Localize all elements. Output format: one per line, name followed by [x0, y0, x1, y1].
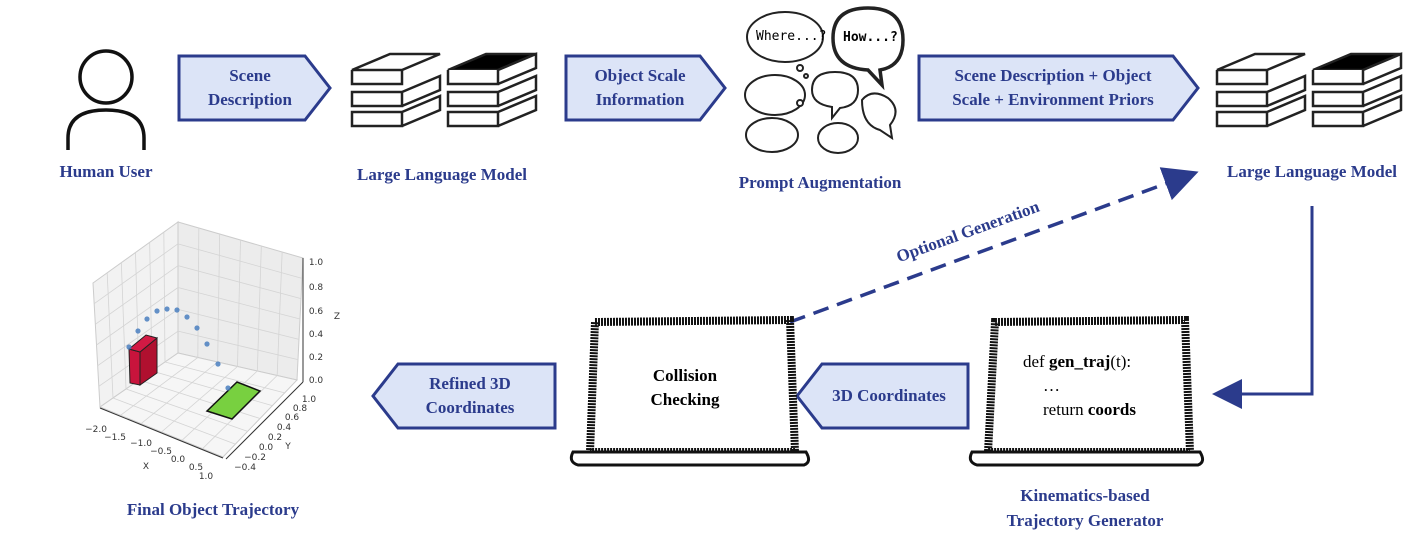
book-stack-icon	[1215, 52, 1307, 128]
collision-checking-text: Collision Checking	[640, 364, 730, 412]
y-tick: 0.0	[258, 443, 274, 453]
trajectory-point	[204, 341, 210, 347]
code-line: …	[1043, 376, 1060, 395]
llm-label: Large Language Model	[357, 165, 527, 184]
how-bubble-text: How...?	[843, 30, 898, 45]
scene-description-arrow-label: Scene Description	[185, 56, 315, 120]
z-tick: 0.0	[308, 376, 324, 386]
llm-to-generator-arrow	[1212, 206, 1314, 409]
z-axis-label: Z	[333, 312, 341, 322]
code-text: coords	[1087, 400, 1137, 419]
code-text: (t):	[1110, 352, 1132, 371]
y-tick: −0.4	[234, 463, 256, 473]
code-text: gen_traj	[1048, 352, 1111, 371]
trajectory-3d-plot	[92, 221, 304, 460]
x-tick: 0.0	[170, 455, 186, 465]
y-tick: 0.2	[267, 433, 283, 443]
arrow-text: Scene Description	[207, 66, 293, 109]
screen-line: Checking	[650, 390, 720, 409]
y-tick: −0.2	[244, 453, 266, 463]
where-bubble-text: Where...?	[756, 29, 827, 44]
trajectory-point	[144, 316, 150, 322]
z-tick: 0.8	[308, 283, 324, 293]
combined-arrow-label: Scene Description + Object Scale + Envir…	[922, 56, 1184, 120]
arrow-text: Refined 3D	[429, 374, 511, 393]
trajectory-point	[164, 306, 170, 312]
final-trajectory-label: Final Object Trajectory	[126, 500, 300, 519]
trajectory-point	[174, 307, 180, 313]
code-line: return coords	[1023, 398, 1136, 422]
trajectory-point	[135, 328, 141, 334]
llm-label: Large Language Model	[1227, 162, 1397, 181]
trajectory-point	[194, 325, 200, 331]
book-stack-icon	[350, 52, 442, 128]
human-user-label: Human User	[59, 162, 153, 181]
arrow-text: Scale + Environment Priors	[952, 90, 1154, 109]
optional-generation-arrow	[789, 167, 1199, 324]
object-scale-arrow-label: Object Scale Information	[570, 56, 710, 120]
code-text: def	[1023, 352, 1049, 371]
x-tick: −1.5	[104, 433, 126, 443]
arrow-text: Object Scale Information	[594, 66, 686, 109]
generator-label-line2: Trajectory Generator	[1006, 511, 1164, 530]
generator-label-line1: Kinematics-based	[1020, 486, 1150, 505]
trajectory-point	[225, 385, 231, 391]
refined-coordinates-arrow-label: Refined 3D Coordinates	[385, 364, 555, 428]
y-tick: 0.6	[284, 413, 300, 423]
code-snippet: def gen_traj(t): … return coords	[1023, 350, 1136, 422]
prompt-augmentation-label: Prompt Augmentation	[738, 173, 902, 192]
book-stack-dark-icon	[446, 52, 538, 128]
x-tick: −0.5	[150, 447, 172, 457]
x-tick: −1.0	[130, 439, 152, 449]
x-axis-label: X	[142, 462, 150, 472]
user-icon	[66, 49, 146, 150]
code-line: def gen_traj(t):	[1023, 350, 1136, 374]
z-tick: 0.4	[308, 330, 324, 340]
coordinates-arrow-label: 3D Coordinates	[832, 386, 946, 405]
screen-line: Collision	[652, 366, 718, 385]
trajectory-point	[154, 308, 160, 314]
arrow-text: Scene Description + Object	[954, 66, 1152, 85]
y-axis-label: Y	[285, 442, 291, 452]
book-stack-dark-icon	[1311, 52, 1403, 128]
z-tick: 0.2	[308, 353, 324, 363]
trajectory-point	[215, 361, 221, 367]
x-tick: 1.0	[198, 472, 214, 482]
arrow-text: Coordinates	[425, 398, 515, 417]
red-box-front	[128, 348, 141, 386]
trajectory-point	[184, 314, 190, 320]
z-tick: 1.0	[308, 258, 324, 268]
code-text: return	[1043, 400, 1088, 419]
pipeline-diagram: Human User Large Language Model Prompt A…	[0, 0, 1417, 538]
z-tick: 0.6	[308, 307, 324, 317]
y-tick: 0.4	[276, 423, 292, 433]
trajectory-point	[126, 344, 132, 350]
